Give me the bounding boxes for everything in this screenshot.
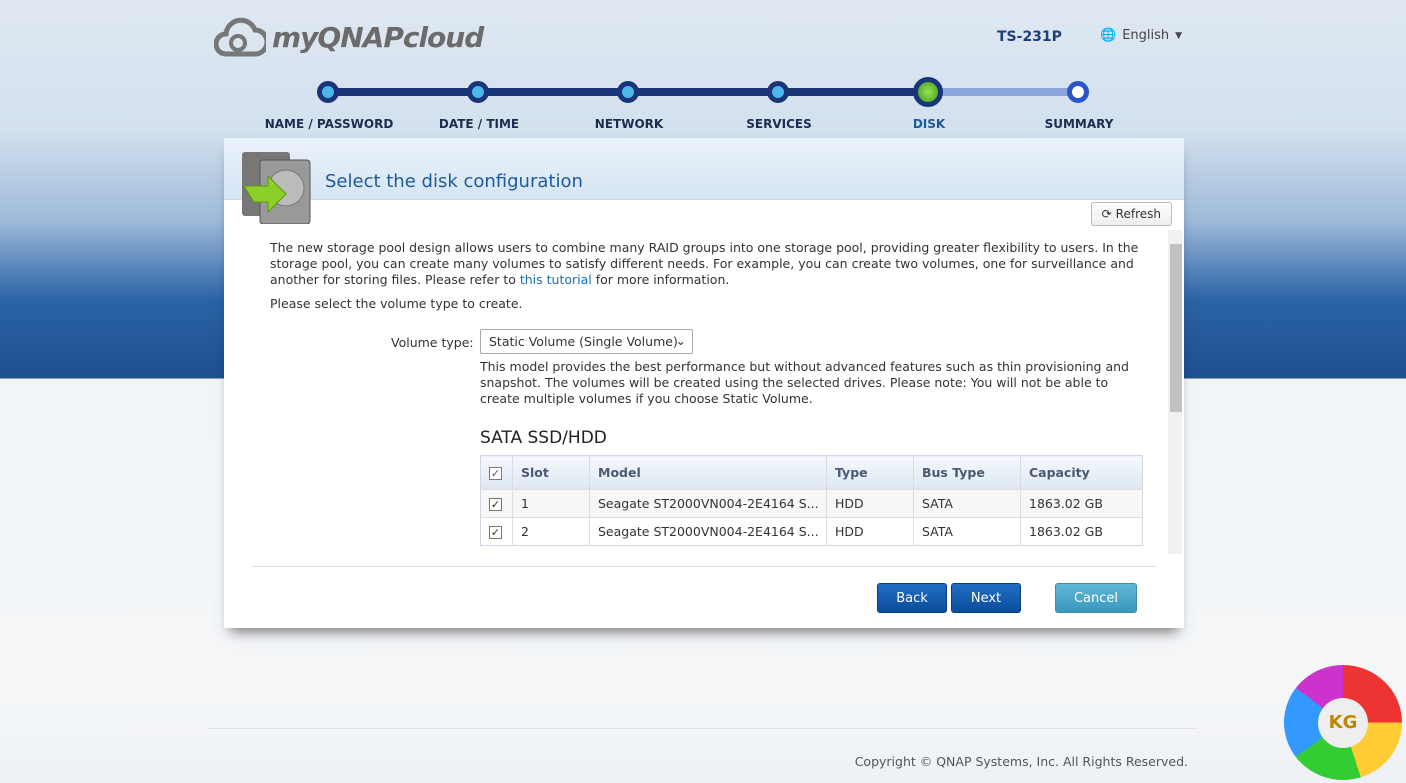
col-type[interactable]: Type	[826, 455, 914, 490]
volume-type-select[interactable]: Static Volume (Single Volume) ⌄	[480, 329, 693, 354]
select-prompt: Please select the volume type to create.	[270, 296, 523, 311]
next-button[interactable]: Next	[951, 583, 1021, 613]
col-bus-type[interactable]: Bus Type	[913, 455, 1021, 490]
panel-title: Select the disk configuration	[325, 171, 583, 192]
tutorial-link[interactable]: this tutorial	[520, 272, 592, 287]
kg-watermark-text: KG	[1318, 697, 1368, 748]
section-title: SATA SSD/HDD	[480, 428, 607, 448]
cell-bus: SATA	[913, 489, 1021, 518]
scrollbar[interactable]	[1168, 230, 1182, 554]
step-label: NAME / PASSWORD	[264, 117, 394, 131]
hard-disk-icon	[242, 152, 311, 224]
step-label: SERVICES	[746, 117, 812, 131]
row-checkbox[interactable]: ✓	[489, 526, 502, 539]
language-label: English	[1122, 28, 1170, 43]
col-slot[interactable]: Slot	[512, 455, 590, 490]
volume-type-value: Static Volume (Single Volume)	[489, 334, 678, 349]
disk-config-panel: Select the disk configuration ⟳ Refresh T…	[224, 138, 1184, 628]
copyright: Copyright © QNAP Systems, Inc. All Right…	[854, 754, 1188, 769]
step-dot	[317, 81, 339, 103]
cell-bus: SATA	[913, 517, 1021, 546]
myqnapcloud-logo: myQNAPcloud	[214, 14, 484, 60]
step-dot-current	[913, 77, 943, 107]
cell-model: Seagate ST2000VN004-2E4164 S...	[589, 489, 827, 518]
cell-type: HDD	[826, 489, 914, 518]
kg-watermark-logo: KG	[1284, 665, 1402, 780]
progress-pending-line	[928, 88, 1078, 96]
step-label: NETWORK	[594, 117, 664, 131]
device-model: TS-231P	[997, 29, 1062, 45]
step-dot	[767, 81, 789, 103]
chevron-down-icon: ⌄	[675, 333, 686, 348]
cell-slot: 1	[512, 489, 590, 518]
col-model[interactable]: Model	[589, 455, 827, 490]
divider	[252, 566, 1156, 567]
cell-type: HDD	[826, 517, 914, 546]
refresh-button[interactable]: ⟳ Refresh	[1090, 202, 1172, 226]
intro-text-b: for more information.	[591, 272, 730, 287]
cell-model: Seagate ST2000VN004-2E4164 S...	[589, 517, 827, 546]
volume-type-label: Volume type:	[391, 335, 474, 350]
disk-table: ✓ Slot Model Type Bus Type Capacity ✓ 1 Seagate…	[480, 455, 1143, 546]
scrollbar-thumb[interactable]	[1170, 244, 1182, 412]
step-label: DISK	[912, 117, 946, 131]
select-all-checkbox[interactable]: ✓	[489, 467, 502, 480]
intro-text: The new storage pool design allows users…	[270, 240, 1150, 312]
cloud-icon	[214, 17, 266, 57]
footer-divider	[208, 728, 1198, 729]
logo-text: myQNAPcloud	[272, 20, 484, 54]
volume-description: This model provides the best performance…	[480, 359, 1129, 406]
globe-icon: 🌐	[1100, 28, 1117, 43]
col-capacity[interactable]: Capacity	[1020, 455, 1143, 490]
step-label: DATE / TIME	[438, 117, 520, 131]
cell-slot: 2	[512, 517, 590, 546]
step-dot	[467, 81, 489, 103]
cell-capacity: 1863.02 GB	[1020, 489, 1143, 518]
caret-down-icon: ▼	[1175, 30, 1183, 41]
language-selector[interactable]: 🌐 English ▼	[1100, 28, 1182, 43]
refresh-icon: ⟳	[1101, 207, 1112, 221]
step-dot	[1067, 81, 1089, 103]
table-header: ✓ Slot Model Type Bus Type Capacity	[480, 455, 1143, 490]
refresh-label: Refresh	[1115, 207, 1161, 221]
cancel-button[interactable]: Cancel	[1055, 583, 1137, 613]
cell-capacity: 1863.02 GB	[1020, 517, 1143, 546]
back-button[interactable]: Back	[877, 583, 947, 613]
table-row[interactable]: ✓ 2 Seagate ST2000VN004-2E4164 S... HDD SATA…	[480, 517, 1143, 546]
step-dot	[617, 81, 639, 103]
row-checkbox[interactable]: ✓	[489, 498, 502, 511]
table-row[interactable]: ✓ 1 Seagate ST2000VN004-2E4164 S... HDD SATA…	[480, 489, 1143, 518]
step-label: SUMMARY	[1044, 117, 1114, 131]
